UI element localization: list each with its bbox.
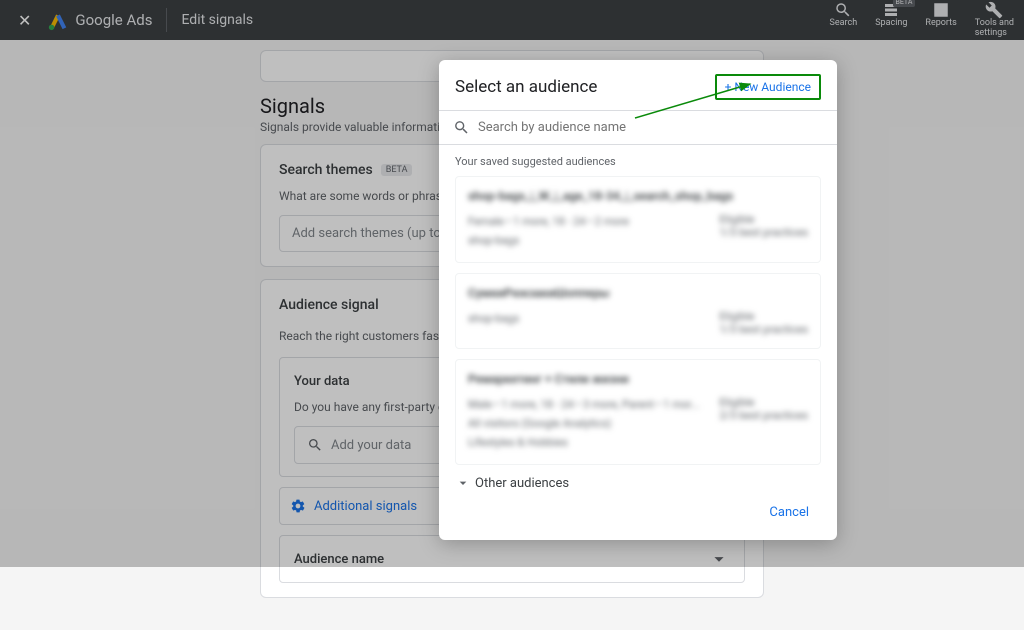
other-audiences-toggle[interactable]: Other audiences (455, 475, 821, 489)
modal-title: Select an audience (455, 77, 597, 97)
cancel-button[interactable]: Cancel (759, 499, 819, 526)
audience-item[interactable]: shop-bags_|_W_|_age_18-34_|_search_shop_… (455, 176, 821, 263)
audience-item[interactable]: Ремаркетинг + Стили жизни Male • 1 more,… (455, 359, 821, 465)
modal-search[interactable] (439, 110, 837, 145)
new-audience-button[interactable]: + New Audience (715, 74, 821, 100)
search-icon (453, 119, 470, 136)
audience-search-input[interactable] (478, 120, 823, 135)
audience-item[interactable]: СумкиРюкзакиШопперы shop-bags Eligible 1… (455, 273, 821, 349)
chevron-down-icon (455, 475, 471, 489)
modal-body: Your saved suggested audiences shop-bags… (439, 145, 837, 489)
select-audience-modal: Select an audience + New Audience Your s… (439, 60, 837, 540)
modal-header: Select an audience + New Audience (439, 60, 837, 110)
modal-footer: Cancel (439, 489, 837, 540)
